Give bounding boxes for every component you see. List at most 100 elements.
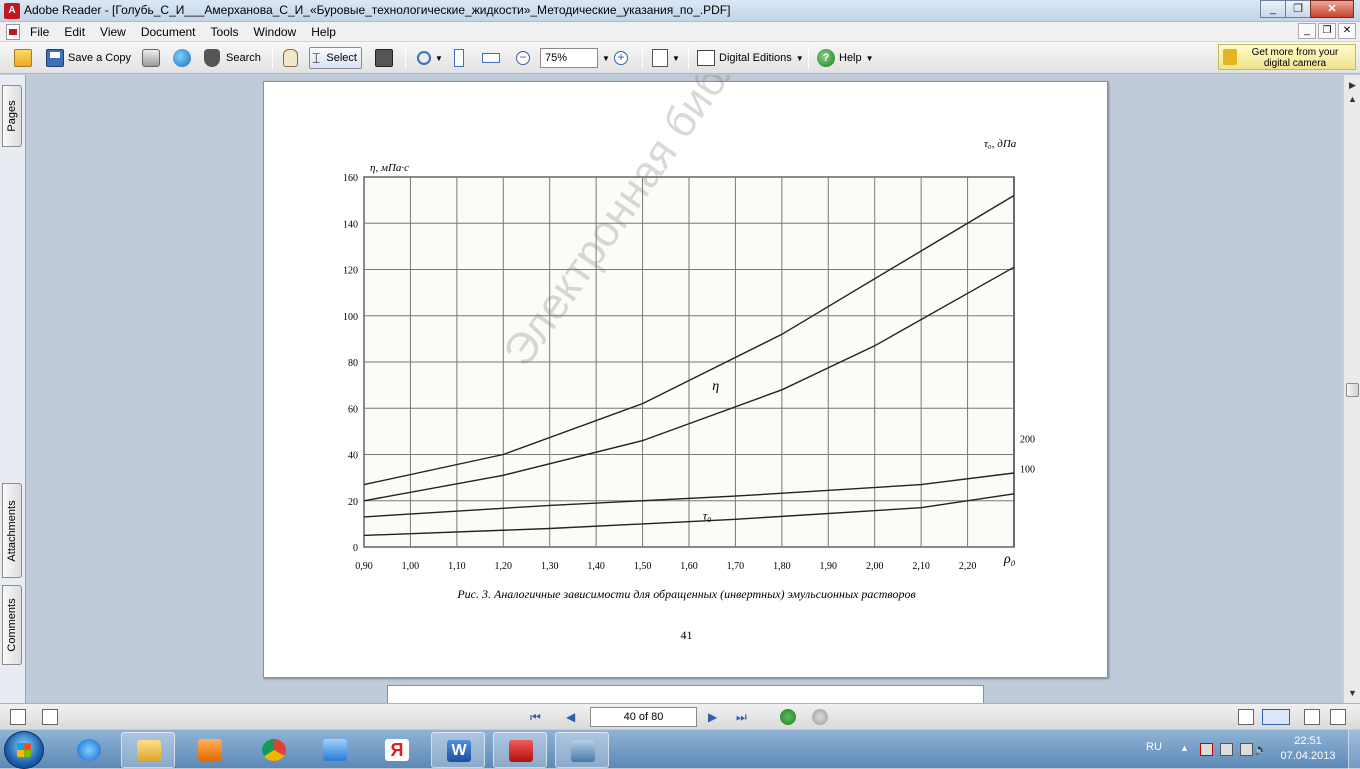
scroll-down-arrow-icon[interactable]: ▼ bbox=[1345, 685, 1360, 701]
internet-explorer-task[interactable] bbox=[62, 732, 116, 768]
clock[interactable]: 22:51 07.04.2013 bbox=[1270, 734, 1346, 764]
menu-view[interactable]: View bbox=[100, 25, 126, 39]
tray-app-icon[interactable] bbox=[1220, 743, 1233, 756]
doc-minimize-button[interactable]: _ bbox=[1298, 23, 1316, 39]
zoom-in-tool-icon bbox=[417, 51, 431, 65]
app-task[interactable] bbox=[555, 732, 609, 768]
first-page-icon[interactable]: ⏮ bbox=[530, 710, 541, 725]
snapshot-button[interactable] bbox=[375, 47, 393, 69]
menu-tools[interactable]: Tools bbox=[211, 25, 239, 39]
language-indicator[interactable]: RU bbox=[1146, 741, 1162, 753]
save-copy-label: Save a Copy bbox=[68, 52, 131, 64]
y-tick-label: 80 bbox=[348, 358, 358, 369]
fit-width-button[interactable] bbox=[482, 47, 500, 69]
close-button[interactable]: ✕ bbox=[1310, 0, 1354, 18]
zoom-out-button[interactable]: − bbox=[516, 47, 530, 69]
media-player-task[interactable] bbox=[183, 732, 237, 768]
chevron-down-icon: ▼ bbox=[865, 53, 874, 63]
show-desktop-button[interactable] bbox=[1348, 730, 1360, 769]
nav-pane-toggle-icon[interactable] bbox=[10, 709, 26, 725]
yandex-task[interactable]: Я bbox=[370, 732, 424, 768]
word-task[interactable]: W bbox=[431, 732, 485, 768]
volume-icon[interactable]: 🔈 bbox=[1254, 743, 1268, 756]
zoom-level-input[interactable]: 75% bbox=[540, 48, 598, 68]
word-icon: W bbox=[447, 740, 471, 762]
page-number-input[interactable]: 40 of 80 bbox=[590, 707, 697, 727]
doc-close-button[interactable]: ✕ bbox=[1338, 23, 1356, 39]
print-button[interactable] bbox=[142, 47, 160, 69]
document-view[interactable]: 0,90 1,00 1,10 1,20 1,30 1,40 1,50 1,60 1,70 1,80… bbox=[27, 75, 1343, 703]
yandex-icon: Я bbox=[385, 739, 409, 761]
continuous-facing-view-icon[interactable] bbox=[1330, 709, 1346, 725]
y2-tick-label: 100 bbox=[1020, 464, 1035, 475]
ad-line-2: digital camera bbox=[1263, 58, 1327, 69]
single-page-view-icon[interactable] bbox=[1238, 709, 1254, 725]
menu-file[interactable]: File bbox=[30, 25, 49, 39]
x-tick-label: 1,10 bbox=[448, 561, 466, 572]
save-copy-button[interactable]: Save a Copy bbox=[46, 47, 131, 69]
facing-view-icon[interactable] bbox=[1304, 709, 1320, 725]
zoom-tool-button[interactable]: ▼ bbox=[417, 47, 443, 69]
page-layout-button[interactable]: ▼ bbox=[652, 47, 680, 69]
restore-button[interactable]: ❐ bbox=[1285, 0, 1311, 18]
scroll-thumb[interactable] bbox=[1346, 383, 1359, 397]
pages-icon bbox=[652, 49, 668, 67]
explorer-task[interactable] bbox=[121, 732, 175, 768]
toolbar-separator bbox=[688, 47, 689, 69]
email-globe-icon bbox=[173, 49, 191, 67]
y-tick-label: 60 bbox=[348, 404, 358, 415]
scroll-up-arrow-icon[interactable]: ▲ bbox=[1345, 91, 1360, 107]
clock-time: 22:51 bbox=[1294, 735, 1322, 747]
help-button[interactable]: ? Help ▼ bbox=[817, 47, 874, 69]
next-page-icon[interactable]: ▶ bbox=[708, 710, 717, 724]
plus-icon: + bbox=[614, 51, 628, 65]
network-error-icon[interactable] bbox=[1200, 743, 1213, 756]
show-hidden-icons-icon[interactable]: ▲ bbox=[1180, 743, 1193, 756]
next-view-icon[interactable] bbox=[812, 709, 828, 725]
select-tool-button[interactable]: ⌶ Select bbox=[309, 47, 362, 69]
title-bar: A Adobe Reader - [Голубь_С_И___Амерханов… bbox=[0, 0, 1360, 22]
adobe-reader-task[interactable] bbox=[493, 732, 547, 768]
fit-page-button[interactable] bbox=[454, 47, 464, 69]
menu-document[interactable]: Document bbox=[141, 25, 196, 39]
hand-tool-button[interactable] bbox=[283, 47, 298, 69]
search-button[interactable]: Search bbox=[204, 47, 261, 69]
pdf-page: 0,90 1,00 1,10 1,20 1,30 1,40 1,50 1,60 1,70 1,80… bbox=[263, 75, 1108, 678]
tab-attachments[interactable]: Attachments bbox=[2, 483, 22, 578]
open-button[interactable] bbox=[14, 47, 32, 69]
email-button[interactable] bbox=[173, 47, 191, 69]
y-tick-label: 100 bbox=[343, 312, 358, 323]
y-tick-label: 20 bbox=[348, 497, 358, 508]
adobe-reader-app-icon[interactable]: A bbox=[4, 3, 20, 19]
save-icon bbox=[46, 49, 64, 67]
digital-editions-label: Digital Editions bbox=[719, 52, 792, 64]
toolbar-separator bbox=[405, 47, 406, 69]
zoom-in-button[interactable]: + bbox=[614, 47, 628, 69]
y-tick-label: 160 bbox=[343, 173, 358, 184]
document-icon[interactable] bbox=[6, 24, 20, 40]
continuous-view-icon[interactable] bbox=[1262, 709, 1290, 725]
previous-view-icon[interactable] bbox=[780, 709, 796, 725]
zoom-dropdown-icon[interactable]: ▼ bbox=[602, 54, 610, 63]
mail-task[interactable] bbox=[308, 732, 362, 768]
tray-flag-icon[interactable] bbox=[1240, 743, 1253, 756]
camera-ad-banner[interactable]: Get more from your digital camera bbox=[1218, 44, 1356, 70]
doc-restore-button[interactable]: ❐ bbox=[1318, 23, 1336, 39]
previous-page-icon[interactable]: ◀ bbox=[566, 710, 575, 724]
chrome-task[interactable] bbox=[247, 732, 301, 768]
vertical-scrollbar[interactable]: ▶ ▲ ▼ bbox=[1343, 75, 1360, 703]
attachments-tab-label: Attachments bbox=[6, 499, 18, 562]
x-tick-label: 2,10 bbox=[912, 561, 930, 572]
window-title: Adobe Reader - [Голубь_С_И___Амерханова_… bbox=[24, 3, 731, 17]
menu-window[interactable]: Window bbox=[254, 25, 297, 39]
minimize-button[interactable]: _ bbox=[1260, 0, 1286, 18]
tab-comments[interactable]: Comments bbox=[2, 585, 22, 665]
menu-help[interactable]: Help bbox=[311, 25, 336, 39]
tab-pages[interactable]: Pages bbox=[2, 85, 22, 147]
menu-bar: File Edit View Document Tools Window Hel… bbox=[0, 22, 1360, 42]
digital-editions-button[interactable]: Digital Editions ▼ bbox=[697, 47, 804, 69]
page-icon[interactable] bbox=[42, 709, 58, 725]
menu-edit[interactable]: Edit bbox=[64, 25, 85, 39]
last-page-icon[interactable]: ⏭ bbox=[736, 710, 747, 725]
start-button[interactable] bbox=[4, 731, 44, 769]
